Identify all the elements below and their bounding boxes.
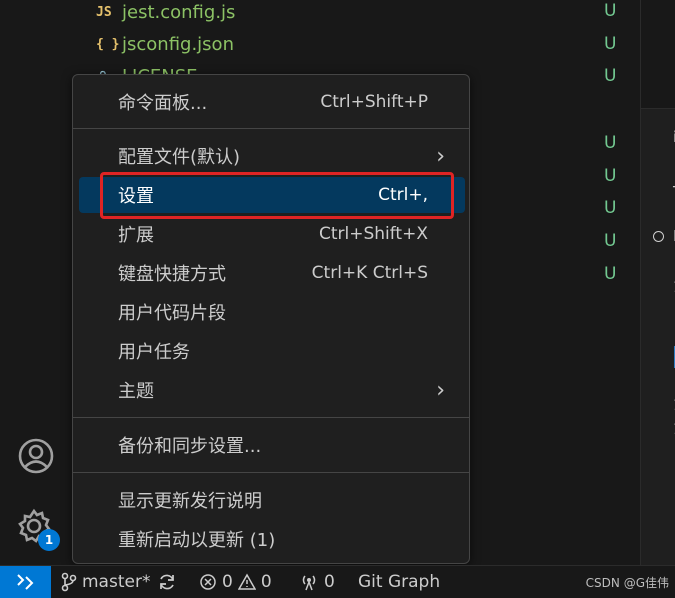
git-graph-label: Git Graph <box>358 572 441 592</box>
menu-item-shortcut: Ctrl+Shift+P <box>320 92 428 112</box>
branch-status-item[interactable]: master* <box>61 566 150 598</box>
remote-indicator-button[interactable] <box>0 566 51 598</box>
menu-item-shortcut: Ctrl+K Ctrl+S <box>311 263 428 283</box>
menu-item-restart-update[interactable]: 重新启动以更新 (1) <box>79 521 465 557</box>
menu-item-label: 用户任务 <box>118 342 190 363</box>
git-status-untracked: U <box>604 231 617 251</box>
broadcast-icon <box>302 575 316 591</box>
menu-item-themes[interactable]: 主题 › <box>79 372 465 408</box>
git-status-untracked: U <box>604 264 617 284</box>
menu-item-keyboard-shortcuts[interactable]: 键盘快捷方式 Ctrl+K Ctrl+S <box>79 255 465 291</box>
file-item-jest-config[interactable]: JS jest.config.js <box>96 0 235 26</box>
menu-item-backup-sync[interactable]: 备份和同步设置... <box>79 427 465 463</box>
remote-icon <box>16 574 33 590</box>
menu-item-label: 重新启动以更新 (1) <box>118 530 276 551</box>
chevron-right-icon: › <box>436 377 445 403</box>
git-branch-icon <box>61 572 77 592</box>
ports-count: 0 <box>324 572 335 592</box>
git-status-untracked: U <box>604 34 617 54</box>
menu-item-label: 扩展 <box>118 225 154 246</box>
menu-item-user-snippets[interactable]: 用户代码片段 <box>79 294 465 330</box>
file-name: jest.config.js <box>122 1 236 23</box>
menu-item-profiles[interactable]: 配置文件(默认) › <box>79 138 465 174</box>
menu-item-label: 主题 <box>118 381 154 402</box>
menu-item-command-palette[interactable]: 命令面板... Ctrl+Shift+P <box>79 84 465 120</box>
git-status-untracked: U <box>604 166 617 186</box>
sync-icon <box>160 574 174 590</box>
menu-item-label: 用户代码片段 <box>118 303 226 324</box>
sync-button[interactable] <box>157 566 177 598</box>
ports-status-item[interactable]: 0 <box>299 566 335 598</box>
git-status-untracked: U <box>604 1 617 21</box>
warning-icon <box>237 573 256 590</box>
error-count: 0 <box>222 572 233 592</box>
warning-count: 0 <box>260 572 272 592</box>
error-icon <box>200 574 216 590</box>
git-status-untracked: U <box>604 133 617 153</box>
circle-icon <box>653 231 664 242</box>
file-name: jsconfig.json <box>122 33 234 55</box>
menu-item-label: 配置文件(默认) <box>118 147 241 168</box>
git-status-untracked: U <box>604 198 617 218</box>
editor-tabs <box>641 0 675 109</box>
menu-separator <box>73 128 469 129</box>
update-badge: 1 <box>38 529 60 551</box>
git-status-untracked: U <box>604 66 617 86</box>
menu-item-label: 键盘快捷方式 <box>118 264 226 285</box>
account-icon[interactable] <box>14 434 58 478</box>
chevron-right-icon: › <box>436 143 445 169</box>
menu-item-extensions[interactable]: 扩展 Ctrl+Shift+X <box>79 216 465 252</box>
annotation-highlight-box <box>100 172 454 219</box>
json-file-icon: { } <box>96 36 120 52</box>
problems-status-item[interactable]: 0 0 <box>199 566 272 598</box>
watermark-text: CSDN @G佳伟 <box>585 575 669 590</box>
menu-item-release-notes[interactable]: 显示更新发行说明 <box>79 482 465 518</box>
menu-separator <box>73 417 469 418</box>
menu-item-label: 备份和同步设置... <box>118 436 262 457</box>
menu-item-shortcut: Ctrl+Shift+X <box>318 224 428 244</box>
menu-item-label: 显示更新发行说明 <box>118 491 262 512</box>
manage-context-menu: 命令面板... Ctrl+Shift+P 配置文件(默认) › 设置 Ctrl+… <box>72 74 470 564</box>
activity-bar: 1 <box>0 0 72 565</box>
file-item-jsconfig[interactable]: { } jsconfig.json <box>96 30 234 58</box>
menu-item-user-tasks[interactable]: 用户任务 <box>79 333 465 369</box>
menu-item-label: 命令面板... <box>118 93 208 114</box>
status-bar: master* 0 0 0 Git Graph CSDN @G佳伟 <box>0 565 675 598</box>
branch-name: master* <box>82 572 151 592</box>
menu-separator <box>73 472 469 473</box>
editor-area: i T I 1 1 1 <box>640 0 675 565</box>
git-graph-button[interactable]: Git Graph <box>358 566 440 598</box>
js-file-icon: JS <box>96 4 112 20</box>
